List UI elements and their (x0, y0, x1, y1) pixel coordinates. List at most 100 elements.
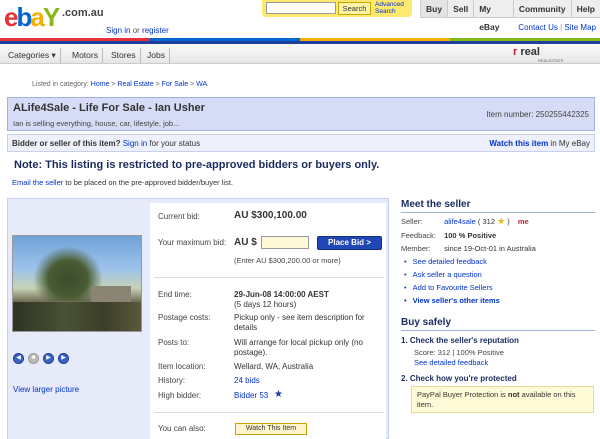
register-link[interactable]: register (142, 26, 169, 35)
photo-shrubs (13, 302, 141, 331)
realestate-badge[interactable]: r real REALESTATE (513, 46, 573, 63)
contact-links: Contact Us | Site Map (518, 23, 596, 32)
logo-letter-y: Y (42, 2, 60, 32)
posts-to-value: Will arrange for local pickup only (no p… (234, 338, 363, 357)
logo-letter-b: b (16, 2, 32, 32)
divider (401, 212, 595, 213)
current-bid-value: AU $300,100.00 (234, 210, 307, 221)
email-seller-link[interactable]: Email the seller (12, 178, 63, 187)
feedback-count[interactable]: ( 312 (478, 217, 495, 226)
ebay-logo[interactable]: ebaY (4, 2, 60, 32)
bidder-star-icon: ★ (274, 389, 283, 400)
advanced-search-link[interactable]: Advanced Search (375, 1, 411, 15)
feedback-close: ) (507, 217, 510, 226)
watch-item-button[interactable]: Watch This Item (235, 423, 307, 435)
status-suffix: for your status (149, 139, 201, 148)
breadcrumb-home[interactable]: Home (91, 81, 110, 88)
me-icon[interactable]: me (518, 217, 529, 226)
score-text: Score: 312 | 100% Positive (414, 348, 504, 357)
photo-controls: ◀ ■ ▶ ▶ (13, 353, 69, 364)
feedback-label: Feedback: (401, 231, 437, 240)
nav-help[interactable]: Help (570, 0, 600, 18)
feedback-row: Feedback: 100 % Positive (401, 231, 496, 240)
max-bid-currency: AU $ (234, 237, 257, 248)
listing-subtitle: Ian is selling everything, house, car, l… (13, 119, 180, 128)
breadcrumb-sep: > (111, 81, 116, 88)
breadcrumb-for-sale[interactable]: For Sale (162, 81, 188, 88)
member-since: since 19-Oct-01 in Australia (444, 244, 536, 253)
site-map-link[interactable]: Site Map (564, 23, 596, 32)
end-time-label: End time: (158, 290, 192, 299)
detailed-feedback-link[interactable]: See detailed feedback (404, 257, 487, 266)
bid-hint: (Enter AU $300,200.00 or more) (234, 256, 341, 265)
logo-letter-e: e (4, 2, 19, 32)
feedback-pct: 100 % Positive (444, 231, 497, 240)
status-bar: Bidder or seller of this item? Sign in f… (7, 134, 595, 152)
meet-seller-heading: Meet the seller (401, 199, 471, 210)
categories-menu[interactable]: Categories ▾ (4, 48, 61, 63)
listing-title-box: ALife4Sale - Life For Sale - Ian Usher I… (7, 97, 595, 131)
bid-history-link[interactable]: 24 bids (234, 376, 384, 386)
breadcrumb: Listed in category: Home > Real Estate >… (32, 81, 207, 88)
high-bidder-value: Bidder 53 (234, 391, 384, 401)
status-sign-in-link[interactable]: Sign in (123, 139, 147, 148)
seller-name-link[interactable]: alife4sale (444, 217, 476, 226)
member-label: Member: (401, 244, 431, 253)
logo-letter-a: a (30, 2, 45, 32)
nav-community[interactable]: Community (512, 0, 571, 18)
add-favourite-link[interactable]: Add to Favourite Sellers (404, 283, 493, 292)
item-number-label: Item number: (486, 110, 534, 119)
sign-in-link[interactable]: Sign in (106, 26, 130, 35)
or-text: or (132, 26, 140, 35)
history-label: History: (158, 376, 186, 385)
other-items-link[interactable]: View seller's other items (404, 296, 500, 305)
high-bidder-link[interactable]: Bidder 53 (234, 391, 268, 400)
breadcrumb-prefix: Listed in category: (32, 81, 89, 88)
buy-safely-heading: Buy safely (401, 317, 452, 328)
view-larger-link[interactable]: View larger picture (13, 385, 79, 394)
time-left: (5 days 12 hours) (234, 300, 297, 309)
jobs-link[interactable]: Jobs (143, 48, 170, 63)
paypal-text-1: PayPal Buyer Protection is (417, 390, 506, 399)
contact-us-link[interactable]: Contact Us (518, 23, 558, 32)
badge-r: r (513, 46, 518, 58)
feedback-star-icon: ★ (497, 216, 506, 226)
play-icon[interactable]: ▶ (43, 353, 54, 364)
badge-sub: REALESTATE (538, 58, 564, 63)
max-bid-label: Your maximum bid: (158, 238, 227, 247)
member-row: Member: since 19-Oct-01 in Australia (401, 244, 536, 253)
place-bid-button[interactable]: Place Bid > (317, 236, 382, 250)
watch-item-link[interactable]: Watch this item (489, 139, 548, 148)
sign-in-register: Sign in or register (106, 26, 169, 35)
search-button[interactable]: Search (338, 2, 371, 15)
status-question-text: Bidder or seller of this item? (12, 139, 121, 148)
breadcrumb-real-estate[interactable]: Real Estate (117, 81, 153, 88)
you-can-also-label: You can also: (158, 424, 206, 433)
stop-icon[interactable]: ■ (28, 353, 39, 364)
item-photo[interactable] (12, 235, 142, 332)
postage-label: Postage costs: (158, 313, 211, 322)
status-question: Bidder or seller of this item? Sign in f… (12, 139, 200, 148)
paypal-protection-notice: PayPal Buyer Protection is not available… (411, 386, 594, 413)
nav-sell[interactable]: Sell (447, 0, 474, 18)
ask-question-link[interactable]: Ask seller a question (404, 270, 482, 279)
see-feedback-link[interactable]: See detailed feedback (414, 358, 488, 367)
nav-my-ebay[interactable]: My eBay (473, 0, 513, 32)
separator: | (560, 23, 563, 32)
breadcrumb-wa[interactable]: WA (196, 81, 207, 88)
search-input[interactable] (266, 2, 336, 14)
nav-buy[interactable]: Buy (420, 0, 448, 18)
stores-link[interactable]: Stores (107, 48, 141, 63)
paypal-not: not (507, 390, 520, 399)
location-value: Wellard, WA, Australia (234, 362, 314, 371)
header: ebaY .com.au Sign in or register Search … (0, 0, 600, 40)
step2-heading: 2. Check how you're protected (401, 374, 517, 383)
motors-link[interactable]: Motors (68, 48, 103, 63)
max-bid-input[interactable] (261, 236, 309, 249)
badge-real: real (520, 46, 540, 58)
logo-domain: .com.au (62, 7, 104, 19)
next-icon[interactable]: ▶ (58, 353, 69, 364)
high-bidder-label: High bidder: (158, 391, 202, 400)
previous-icon[interactable]: ◀ (13, 353, 24, 364)
category-bar: Categories ▾ Motors Stores Jobs r real R… (0, 41, 600, 64)
